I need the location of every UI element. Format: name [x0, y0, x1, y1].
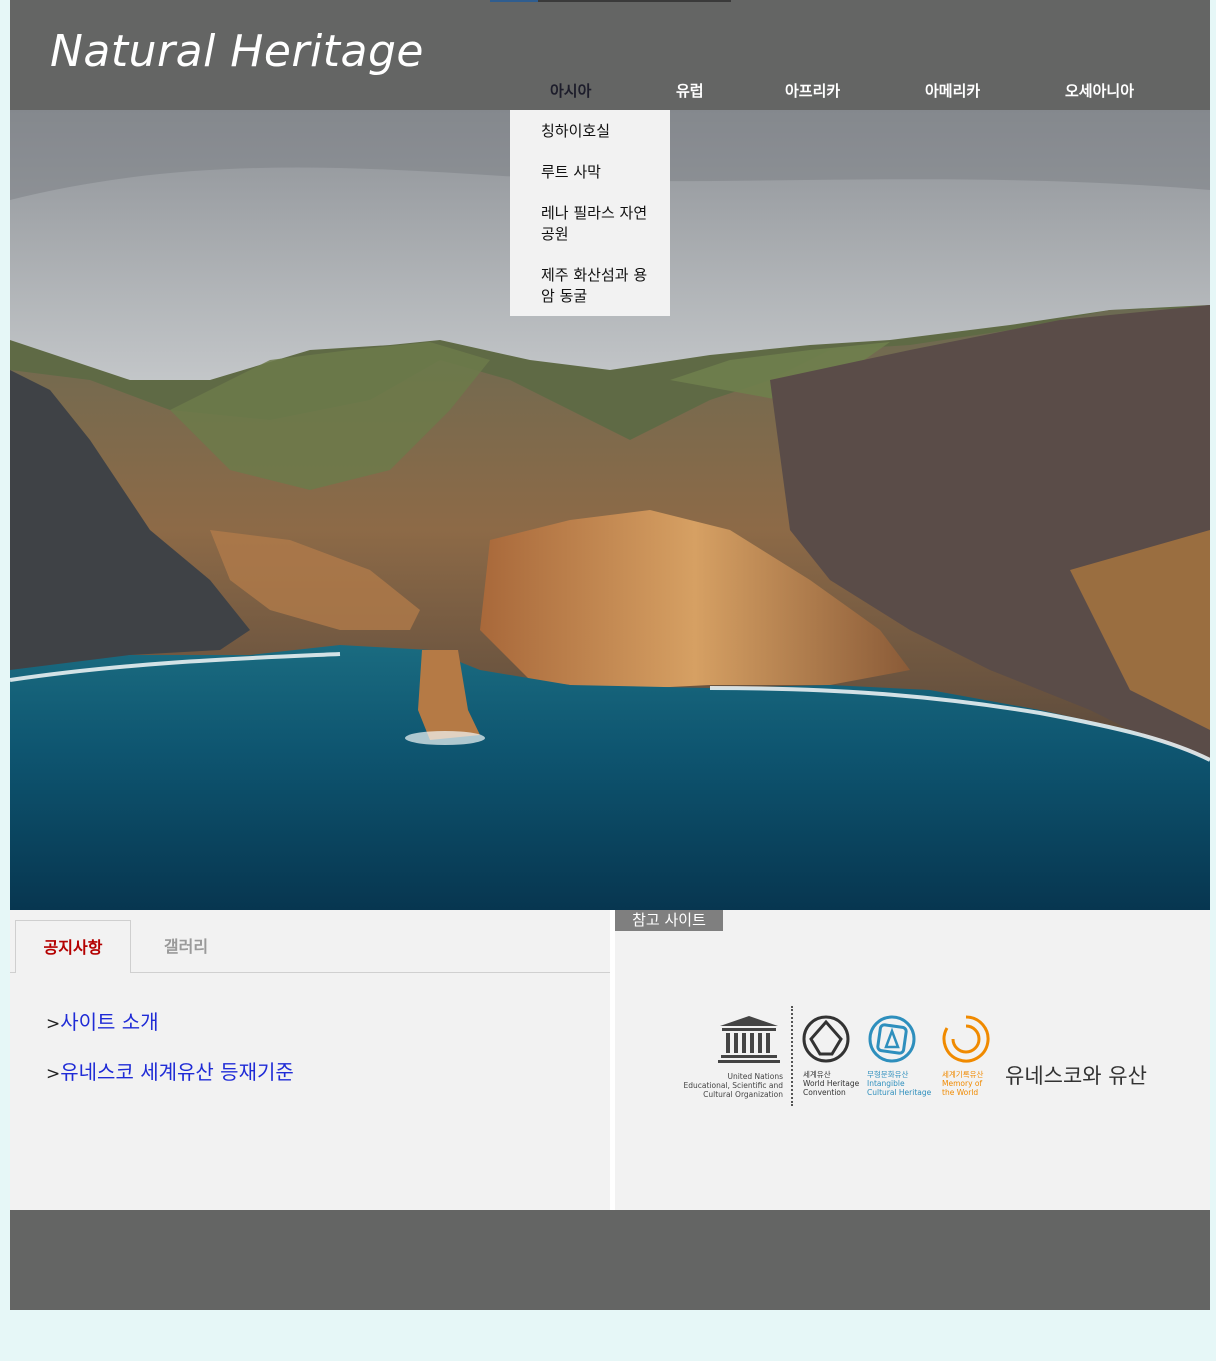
dropdown-item[interactable]: 루트 사막 [541, 162, 656, 183]
main-nav: 아시아 유럽 아프리카 아메리카 오세아니아 [510, 70, 1210, 110]
unesco-temple-icon [718, 1016, 780, 1063]
nav-item-america[interactable]: 아메리카 [925, 80, 980, 101]
notice-link-criteria[interactable]: >유네스코 세계유산 등재기준 [46, 1056, 294, 1085]
memory-of-world-icon [942, 1015, 990, 1063]
site-logo[interactable]: Natural Heritage [50, 24, 424, 80]
dropdown-item[interactable]: 레나 필라스 자연공원 [541, 203, 656, 245]
notice-panel: 공지사항 갤러리 >사이트 소개 >유네스코 세계유산 등재기준 [10, 910, 610, 1210]
nav-item-africa[interactable]: 아프리카 [785, 80, 840, 101]
arrow-icon: > [46, 1064, 61, 1084]
intangible-heritage-caption: 무형문화유산 Intangible Cultural Heritage [867, 1070, 932, 1097]
bottom-panels: 공지사항 갤러리 >사이트 소개 >유네스코 세계유산 등재기준 참고 사이트 [10, 910, 1210, 1210]
banner-title: 유네스코와 유산 [1005, 1064, 1147, 1088]
top-strip-accent [490, 0, 538, 2]
reference-site-title: 참고 사이트 [615, 910, 723, 931]
site-footer [10, 1210, 1210, 1310]
asia-dropdown-menu: 칭하이호실 루트 사막 레나 필라스 자연공원 제주 화산섬과 용암 동굴 [510, 110, 670, 316]
site-header: Natural Heritage 아시아 유럽 아프리카 아메리카 오세아니아 [10, 0, 1210, 110]
notice-link-site-intro[interactable]: >사이트 소개 [46, 1006, 159, 1035]
world-heritage-caption: 세계유산 World Heritage Convention [803, 1070, 860, 1097]
memory-of-world-caption: 세계기록유산 Memory of the World [942, 1070, 984, 1097]
nav-item-asia[interactable]: 아시아 [550, 80, 591, 101]
notice-link-label[interactable]: 사이트 소개 [60, 1010, 158, 1034]
tab-notice[interactable]: 공지사항 [15, 920, 131, 973]
nav-item-europe[interactable]: 유럽 [676, 80, 704, 101]
unesco-logo-caption: United Nations Educational, Scientific a… [683, 1072, 784, 1099]
logo-separator [791, 1006, 793, 1106]
tab-gallery[interactable]: 갤러리 [128, 920, 244, 973]
world-heritage-icon [802, 1015, 850, 1063]
dropdown-item[interactable]: 칭하이호실 [541, 121, 656, 142]
dropdown-item[interactable]: 제주 화산섬과 용암 동굴 [541, 265, 656, 307]
arrow-icon: > [46, 1014, 61, 1034]
unesco-heritage-banner[interactable]: United Nations Educational, Scientific a… [684, 1004, 1165, 1114]
notice-link-label[interactable]: 유네스코 세계유산 등재기준 [60, 1060, 294, 1084]
nav-item-oceania[interactable]: 오세아니아 [1065, 80, 1134, 101]
page-wrapper: Natural Heritage 아시아 유럽 아프리카 아메리카 오세아니아 … [10, 0, 1210, 1310]
reference-site-panel: 참고 사이트 United Nations Educational, Scien… [615, 910, 1210, 1210]
intangible-heritage-icon [868, 1015, 916, 1063]
